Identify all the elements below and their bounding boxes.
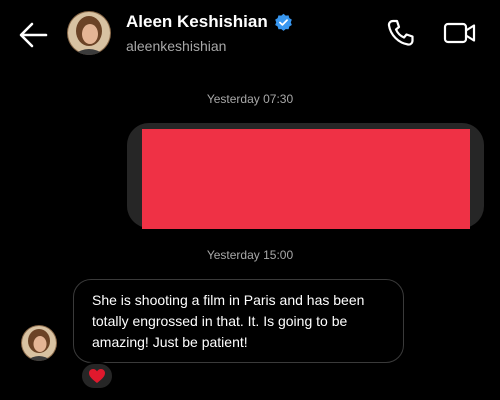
back-button[interactable] (16, 18, 50, 52)
profile-photo (67, 11, 111, 55)
phone-icon (387, 19, 414, 46)
video-call-button[interactable] (442, 18, 478, 48)
contact-title[interactable]: Aleen Keshishian aleenkeshishian (126, 12, 293, 54)
contact-username: aleenkeshishian (126, 38, 227, 54)
received-message-bubble[interactable]: She is shooting a film in Paris and has … (73, 279, 404, 363)
profile-photo (21, 325, 57, 361)
sender-avatar[interactable] (21, 325, 57, 361)
contact-display-name: Aleen Keshishian (126, 12, 293, 32)
video-camera-icon (443, 22, 476, 44)
redacted-content (142, 129, 470, 229)
message-timestamp: Yesterday 15:00 (206, 248, 294, 262)
chat-header: Aleen Keshishian aleenkeshishian (0, 0, 500, 68)
heart-reaction[interactable] (80, 362, 114, 390)
heart-icon (89, 369, 105, 383)
message-timestamp: Yesterday 07:30 (206, 92, 294, 106)
audio-call-button[interactable] (386, 18, 416, 48)
profile-avatar[interactable] (67, 11, 111, 55)
arrow-left-icon (19, 22, 48, 48)
verified-badge-icon (274, 13, 292, 31)
